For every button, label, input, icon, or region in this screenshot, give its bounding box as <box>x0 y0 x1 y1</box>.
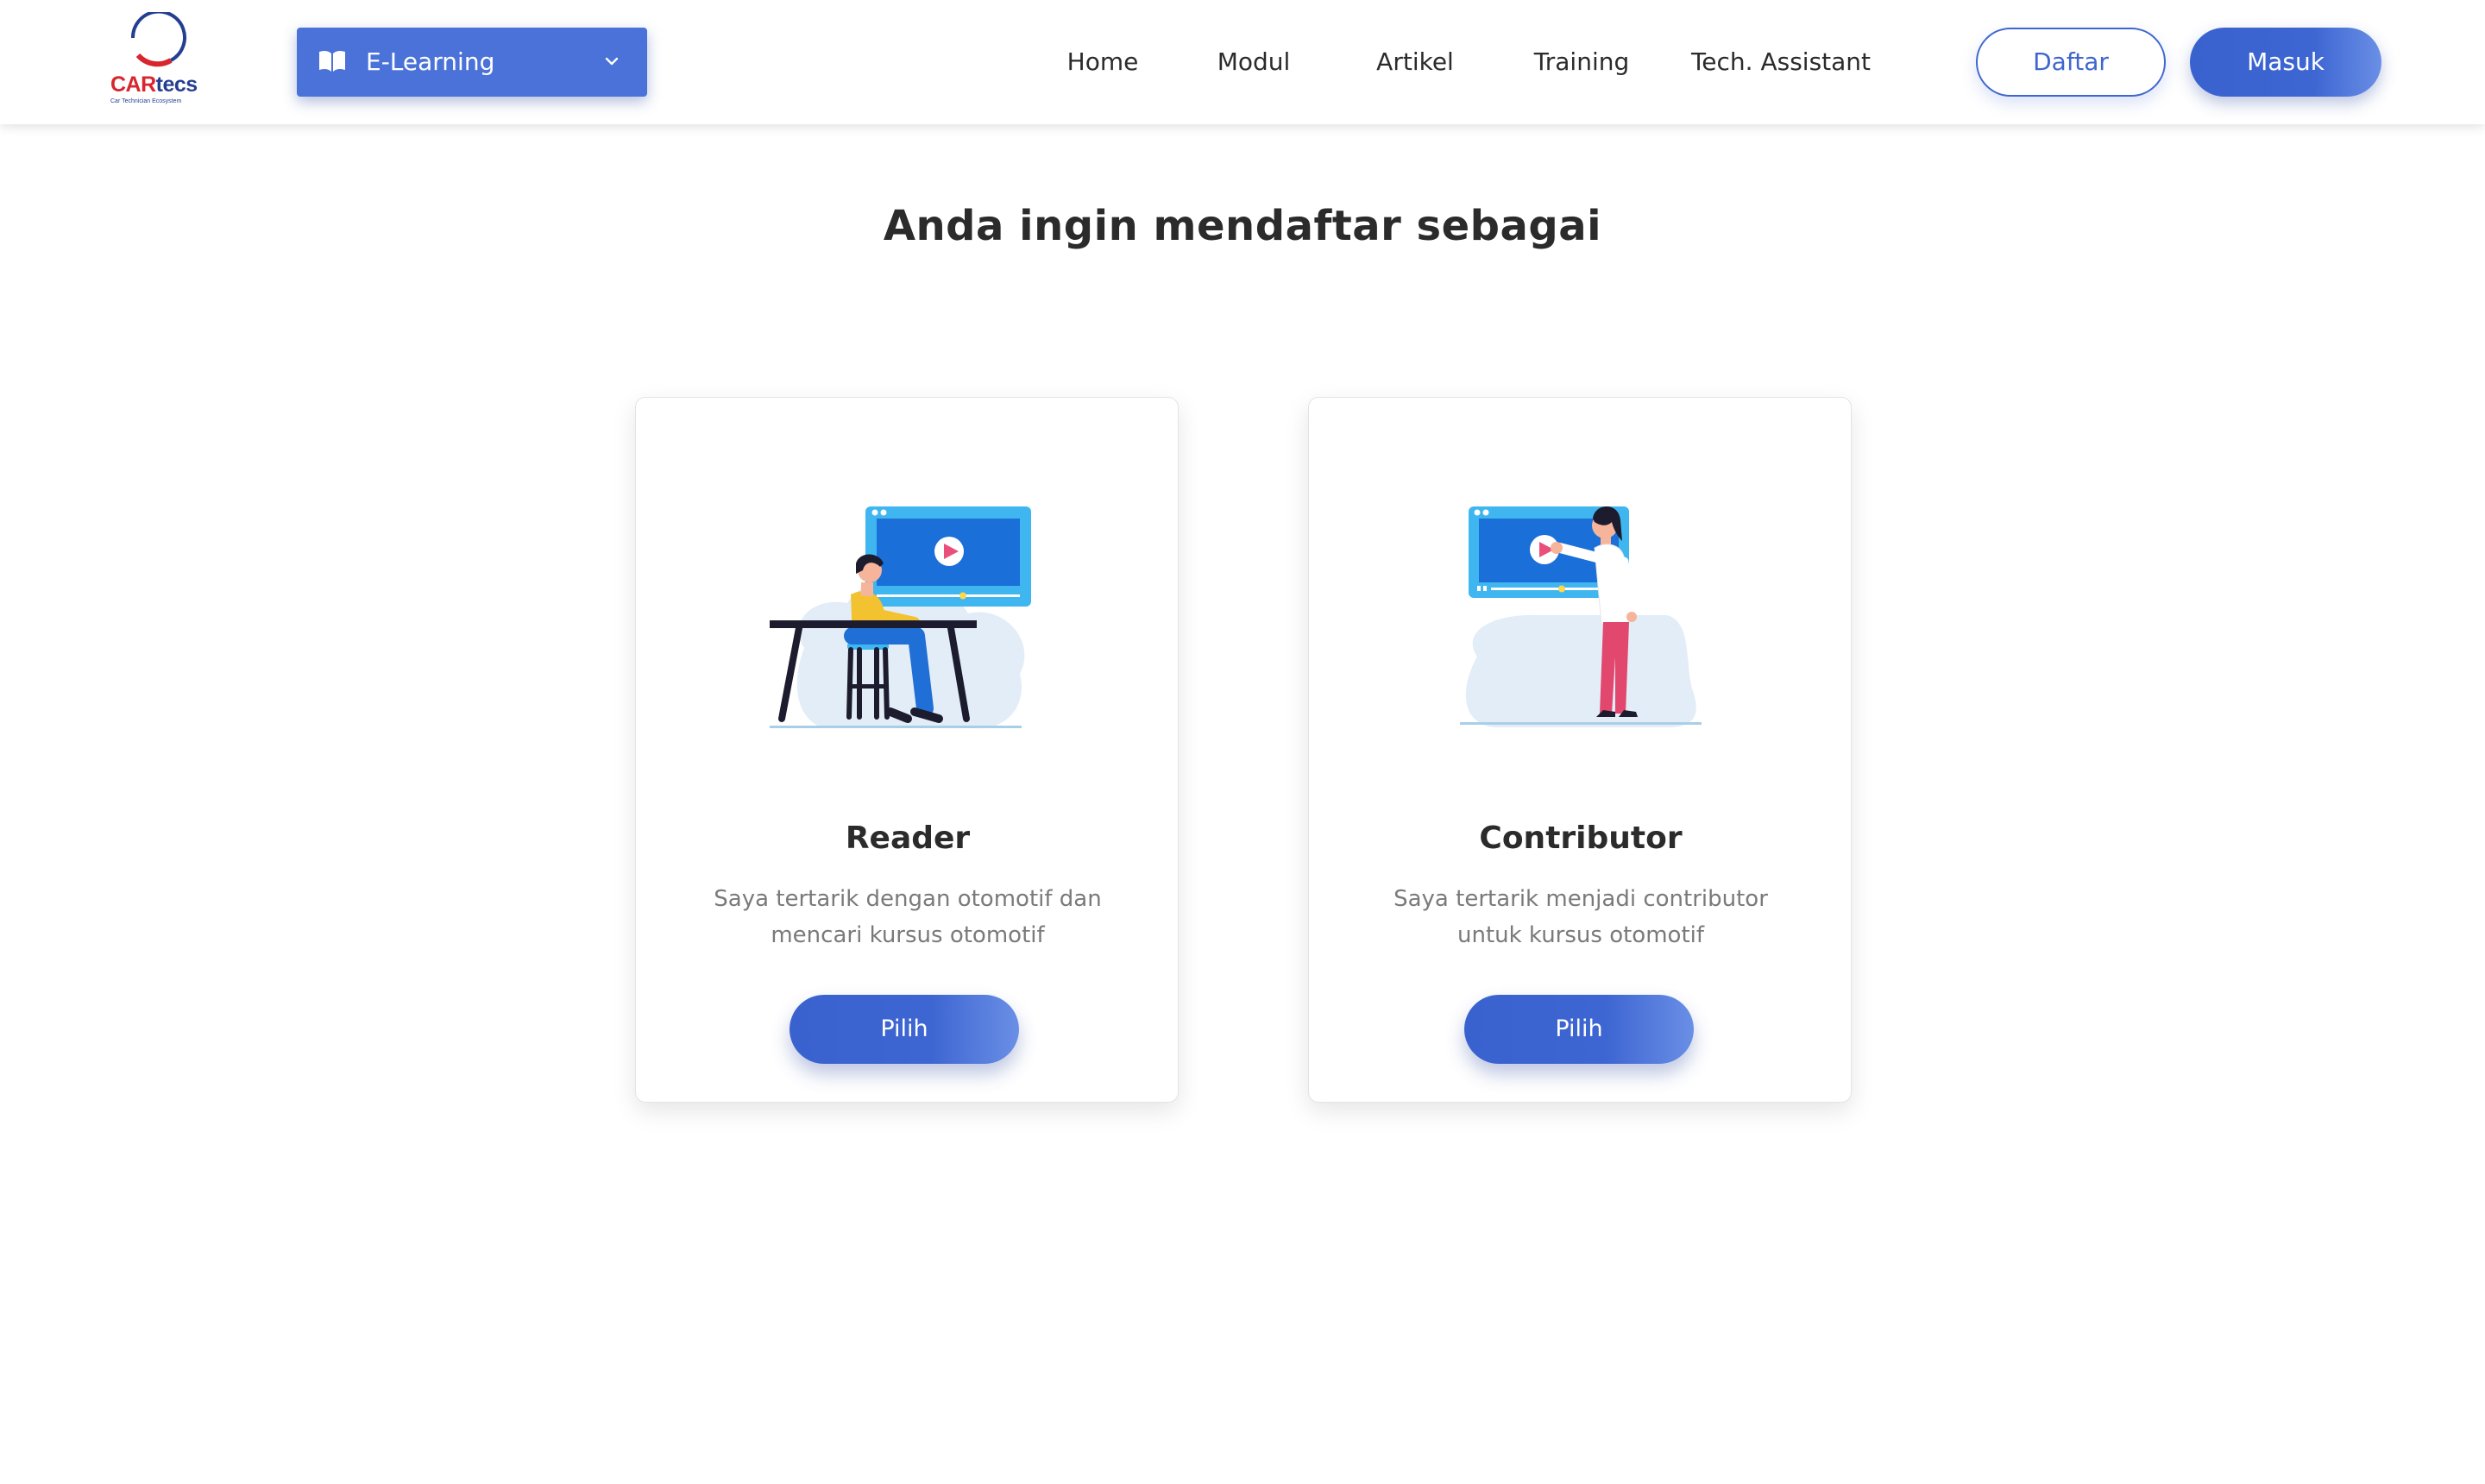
platform-select-value: E-Learning <box>366 47 495 76</box>
role-card-reader: Reader Saya tertarik dengan otomotif dan… <box>635 397 1179 1103</box>
nav-modul[interactable]: Modul <box>1217 45 1291 79</box>
person-presenting-video-illustration <box>1460 506 1702 727</box>
platform-select[interactable]: E-Learning <box>297 28 647 97</box>
nav-training[interactable]: Training <box>1534 45 1629 79</box>
logo-wordmark: CARtecs <box>110 72 198 97</box>
register-button[interactable]: Daftar <box>1976 28 2166 97</box>
role-title-contributor: Contributor <box>1479 821 1683 856</box>
book-open-icon <box>319 50 345 72</box>
role-description-reader: Saya tertarik dengan otomotif dan mencar… <box>714 886 1102 948</box>
contributor-illustration <box>1309 501 1853 760</box>
role-title-reader: Reader <box>845 821 971 856</box>
nav-home[interactable]: Home <box>1067 45 1139 79</box>
person-watching-video-illustration <box>770 506 1031 729</box>
nav-artikel[interactable]: Artikel <box>1376 45 1454 79</box>
role-description-contributor: Saya tertarik menjadi contributor untuk … <box>1393 886 1768 948</box>
logo-tagline: Car Technician Ecosystem <box>110 98 182 104</box>
page: CARtecs Car Technician Ecosystem E-Learn… <box>0 0 2485 1484</box>
choose-contributor-button[interactable]: Pilih <box>1464 995 1694 1064</box>
nav-tech-assistant[interactable]: Tech. Assistant <box>1691 45 1871 79</box>
reader-illustration <box>636 501 1180 760</box>
cartecs-logo[interactable]: CARtecs Car Technician Ecosystem <box>104 12 207 109</box>
choose-reader-button[interactable]: Pilih <box>790 995 1019 1064</box>
top-navbar: CARtecs Car Technician Ecosystem E-Learn… <box>0 0 2485 124</box>
chevron-down-icon <box>605 57 619 66</box>
logo-ring-icon <box>130 12 186 67</box>
page-title: Anda ingin mendaftar sebagai <box>883 202 1602 250</box>
login-button[interactable]: Masuk <box>2190 28 2381 97</box>
role-card-contributor: Contributor Saya tertarik menjadi contri… <box>1308 397 1852 1103</box>
